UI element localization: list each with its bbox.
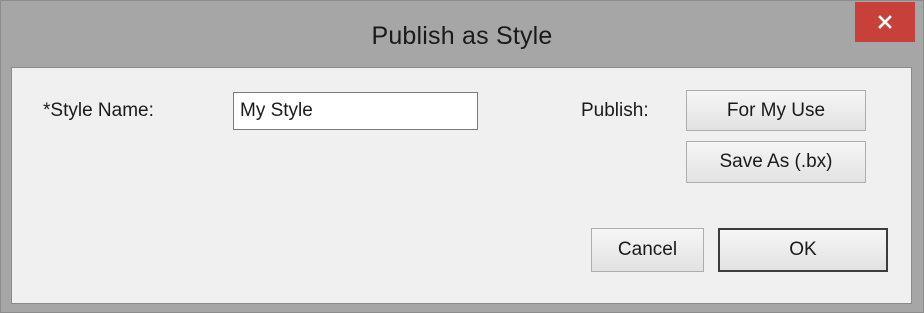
publish-as-style-dialog: Publish as Style *Style Name: Publish: F… [0, 0, 924, 313]
save-as-button[interactable]: Save As (.bx) [686, 141, 866, 183]
dialog-body: *Style Name: Publish: For My Use Save As… [11, 67, 912, 304]
title-bar[interactable]: Publish as Style [1, 1, 923, 67]
cancel-button[interactable]: Cancel [591, 228, 704, 272]
dialog-title: Publish as Style [371, 22, 553, 50]
close-icon [877, 14, 893, 30]
close-button[interactable] [855, 2, 915, 42]
style-name-label: *Style Name: [43, 100, 154, 121]
ok-button[interactable]: OK [718, 228, 888, 272]
style-name-input[interactable] [233, 92, 478, 130]
for-my-use-button[interactable]: For My Use [686, 90, 866, 131]
publish-label: Publish: [581, 100, 649, 121]
